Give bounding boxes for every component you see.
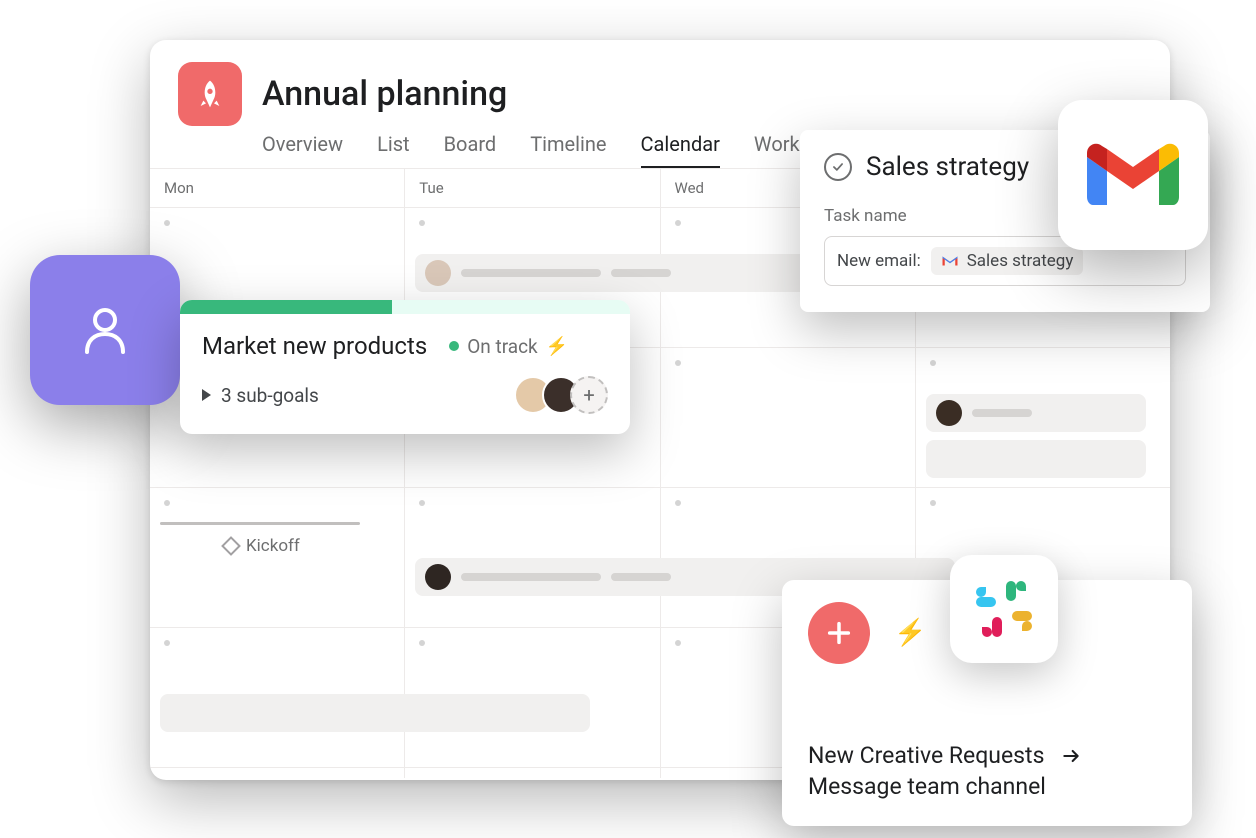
goal-status: On track ⚡ (449, 335, 568, 358)
day-header-mon: Mon (150, 169, 404, 208)
milestone-label: Kickoff (246, 536, 300, 556)
avatar (425, 564, 451, 590)
avatar (936, 400, 962, 426)
sub-goals-toggle[interactable]: 3 sub-goals (202, 384, 319, 407)
gmail-icon (1085, 139, 1181, 211)
goal-status-label: On track (467, 335, 537, 358)
add-trigger-button[interactable] (808, 602, 870, 664)
plus-icon (825, 619, 853, 647)
event-bar (461, 573, 601, 581)
triangle-right-icon (202, 389, 211, 401)
slack-icon (972, 577, 1036, 641)
goal-progress (180, 300, 630, 314)
calendar-event[interactable] (926, 440, 1146, 478)
calendar-event[interactable] (926, 394, 1146, 432)
event-bar (461, 269, 601, 277)
automation-title: New Creative Requests (808, 742, 1044, 769)
field-prefix: New email: (837, 251, 921, 271)
chip-label: Sales strategy (967, 251, 1074, 271)
diamond-icon (221, 536, 241, 556)
slack-app-icon[interactable] (950, 555, 1058, 663)
project-title: Annual planning (262, 74, 507, 114)
avatar-stack: + (514, 376, 608, 414)
bolt-icon: ⚡ (894, 618, 926, 648)
arrow-right-icon (1058, 746, 1084, 766)
email-chip[interactable]: Sales strategy (931, 247, 1084, 275)
complete-check-icon[interactable] (824, 153, 852, 181)
automation-action: Message team channel (808, 773, 1166, 800)
milestone-kickoff[interactable]: Kickoff (224, 536, 300, 556)
add-member-button[interactable]: + (570, 376, 608, 414)
bolt-icon: ⚡ (546, 336, 568, 357)
profile-app-icon[interactable] (30, 255, 180, 405)
project-icon (178, 62, 242, 126)
rocket-icon (194, 78, 226, 110)
tab-board[interactable]: Board (444, 132, 497, 168)
tab-timeline[interactable]: Timeline (530, 132, 606, 168)
gmail-app-icon[interactable] (1058, 100, 1208, 250)
avatar (425, 260, 451, 286)
tab-calendar[interactable]: Calendar (641, 132, 720, 168)
sub-goals-label: 3 sub-goals (221, 384, 319, 407)
person-icon (73, 298, 137, 362)
goal-card[interactable]: Market new products On track ⚡ 3 sub-goa… (180, 300, 630, 434)
gmail-mini-icon (941, 254, 959, 268)
goal-title: Market new products (202, 332, 427, 360)
tab-list[interactable]: List (377, 132, 410, 168)
automation-title-row: New Creative Requests (808, 742, 1166, 769)
task-title: Sales strategy (866, 152, 1029, 182)
status-dot-icon (449, 341, 459, 351)
event-bar (972, 409, 1032, 417)
tab-overview[interactable]: Overview (262, 132, 343, 168)
day-header-tue: Tue (405, 169, 659, 208)
